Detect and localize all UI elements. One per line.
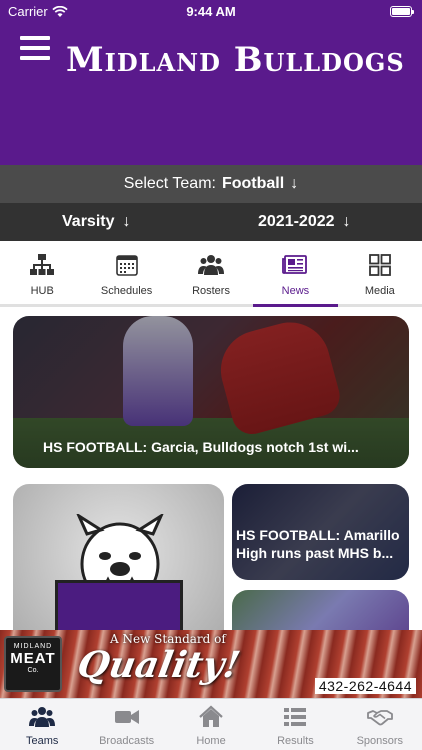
- people-icon: [198, 255, 225, 275]
- video-icon: [114, 710, 139, 724]
- status-time: 9:44 AM: [186, 4, 236, 19]
- tab-label: HUB: [30, 285, 54, 297]
- app-title: Midland Bulldogs: [66, 40, 405, 80]
- tab-label: Media: [364, 285, 395, 297]
- section-tabs: HUB Schedules Rosters News Media: [0, 241, 422, 307]
- tab-label: Rosters: [192, 285, 230, 297]
- bottom-tab-bar: Teams Broadcasts Home Results Sponsors: [0, 698, 422, 750]
- tab-teams[interactable]: Teams: [0, 699, 84, 750]
- tab-results[interactable]: Results: [253, 699, 337, 750]
- tab-label: Home: [196, 735, 226, 747]
- calendar-icon: [115, 255, 138, 276]
- news-card[interactable]: HS FOOTBALL: Garcia, Bulldogs notch 1st …: [13, 316, 409, 468]
- app-header: Carrier 9:44 AM Midland Bulldogs: [0, 0, 422, 165]
- select-team-dropdown[interactable]: Select Team: Football ↓: [0, 165, 422, 203]
- newspaper-icon: [282, 255, 308, 274]
- tab-hub[interactable]: HUB: [0, 241, 84, 304]
- ad-headline: Quality!: [74, 644, 244, 686]
- arrow-down-icon: ↓: [122, 213, 131, 230]
- battery-icon: [390, 6, 414, 17]
- ad-phone: 432-262-4644: [314, 678, 416, 694]
- select-team-value: Football: [221, 175, 285, 192]
- level-value: Varsity: [62, 213, 115, 230]
- home-icon: [199, 705, 223, 727]
- tab-home[interactable]: Home: [169, 699, 253, 750]
- hub-icon: [30, 254, 55, 275]
- season-dropdown[interactable]: 2021-2022 ↓: [258, 213, 351, 231]
- grid-icon: [368, 254, 391, 276]
- tab-news[interactable]: News: [253, 241, 339, 307]
- news-card[interactable]: [232, 590, 409, 630]
- level-season-row: Varsity ↓ 2021-2022 ↓: [0, 203, 422, 241]
- news-card-title: HS FOOTBALL: Amarillo High runs past MHS…: [236, 527, 400, 561]
- tab-rosters[interactable]: Rosters: [169, 241, 253, 304]
- status-bar: Carrier 9:44 AM: [0, 0, 422, 24]
- tab-label: Broadcasts: [99, 735, 155, 747]
- select-team-label: Select Team:: [123, 175, 216, 192]
- arrow-down-icon: ↓: [290, 175, 299, 192]
- season-value: 2021-2022: [258, 213, 335, 230]
- tab-schedules[interactable]: Schedules: [84, 241, 168, 304]
- news-feed: HS FOOTBALL: Garcia, Bulldogs notch 1st …: [0, 310, 422, 630]
- sponsor-logo: MIDLAND MEAT Co.: [4, 636, 62, 692]
- tab-label: News: [281, 285, 310, 297]
- handshake-icon: [366, 710, 393, 726]
- tab-label: Sponsors: [356, 735, 404, 747]
- news-card[interactable]: HS FOOTBALL: Amarillo High runs past MHS…: [232, 484, 409, 580]
- level-dropdown[interactable]: Varsity ↓: [62, 213, 130, 231]
- news-card[interactable]: [13, 484, 224, 630]
- tab-label: Teams: [26, 735, 59, 747]
- teams-icon: [29, 707, 56, 727]
- tab-label: Schedules: [100, 285, 153, 297]
- list-icon: [284, 708, 307, 726]
- app-screen: Carrier 9:44 AM Midland Bulldogs Select …: [0, 0, 422, 750]
- tab-broadcasts[interactable]: Broadcasts: [84, 699, 168, 750]
- hamburger-menu-icon[interactable]: [20, 36, 50, 60]
- arrow-down-icon: ↓: [342, 213, 351, 230]
- news-card-title: HS FOOTBALL: Garcia, Bulldogs notch 1st …: [43, 439, 359, 455]
- tab-media[interactable]: Media: [338, 241, 422, 304]
- tab-label: Results: [277, 735, 314, 747]
- sponsor-ad-banner[interactable]: MIDLAND MEAT Co. A New Standard of Quali…: [0, 630, 422, 698]
- tab-sponsors[interactable]: Sponsors: [338, 699, 422, 750]
